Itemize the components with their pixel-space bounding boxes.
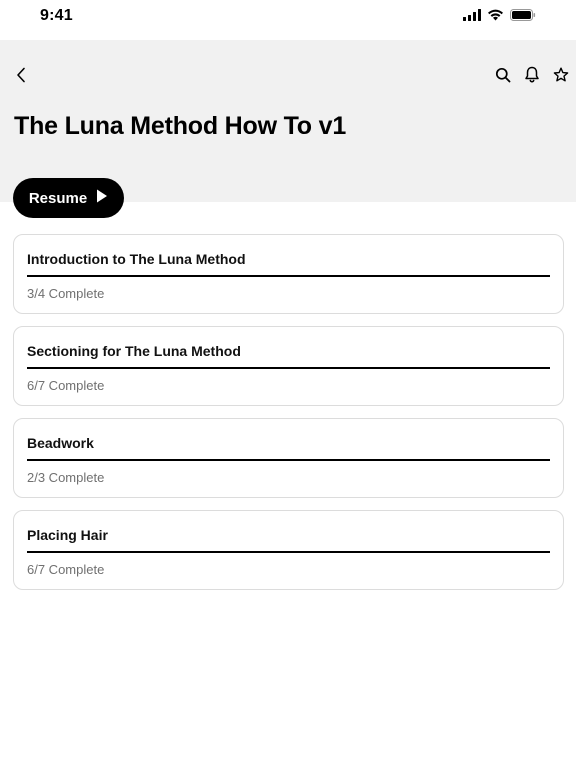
module-card[interactable]: Placing Hair 6/7 Complete <box>13 510 564 590</box>
module-progress-fill <box>27 551 550 553</box>
module-title: Placing Hair <box>27 527 108 543</box>
star-icon <box>553 67 569 88</box>
resume-button[interactable]: Resume <box>13 178 124 218</box>
status-time: 9:41 <box>40 7 73 24</box>
top-actions <box>492 66 572 88</box>
bell-icon <box>524 66 540 88</box>
module-status: 3/4 Complete <box>27 286 105 301</box>
wifi-icon <box>487 8 504 26</box>
module-progress-fill <box>27 275 550 277</box>
favorite-button[interactable] <box>550 66 572 88</box>
module-progress-bar <box>27 551 550 553</box>
module-progress-bar <box>27 459 550 461</box>
module-card[interactable]: Beadwork 2/3 Complete <box>13 418 564 498</box>
module-status: 6/7 Complete <box>27 562 105 577</box>
module-list: Introduction to The Luna Method 3/4 Comp… <box>13 234 564 590</box>
notifications-button[interactable] <box>521 66 543 88</box>
module-progress-fill <box>27 459 550 461</box>
module-progress-bar <box>27 275 550 277</box>
status-icons <box>463 9 536 25</box>
back-button[interactable] <box>10 66 32 88</box>
module-status: 6/7 Complete <box>27 378 105 393</box>
cellular-signal-icon <box>463 8 481 26</box>
module-title: Sectioning for The Luna Method <box>27 343 241 359</box>
search-icon <box>495 67 511 88</box>
module-title: Beadwork <box>27 435 94 451</box>
search-button[interactable] <box>492 66 514 88</box>
resume-button-label: Resume <box>28 189 88 207</box>
play-icon <box>96 189 108 207</box>
module-status: 2/3 Complete <box>27 470 105 485</box>
status-bar: 9:41 <box>0 0 576 40</box>
battery-icon <box>510 8 536 26</box>
page-title: The Luna Method How To v1 <box>14 112 347 140</box>
chevron-left-icon <box>15 67 27 88</box>
module-card[interactable]: Introduction to The Luna Method 3/4 Comp… <box>13 234 564 314</box>
module-progress-fill <box>27 367 550 369</box>
module-title: Introduction to The Luna Method <box>27 251 246 267</box>
module-card[interactable]: Sectioning for The Luna Method 6/7 Compl… <box>13 326 564 406</box>
module-progress-bar <box>27 367 550 369</box>
